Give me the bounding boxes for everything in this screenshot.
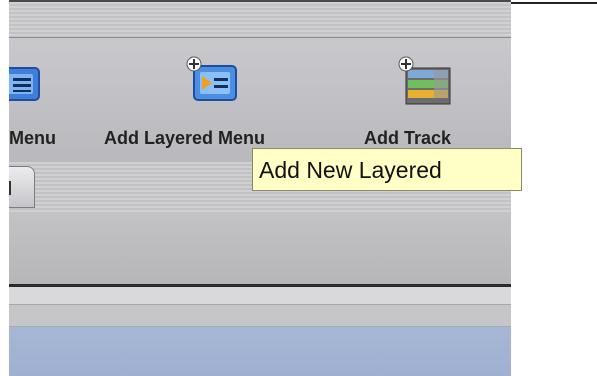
tooltip: Add New Layered [252, 148, 522, 191]
content-pane [9, 212, 511, 284]
selected-row[interactable] [9, 327, 511, 376]
add-track-icon [398, 56, 451, 105]
tab[interactable] [9, 166, 35, 208]
list-row[interactable] [9, 305, 511, 327]
add-track-label: Add Track [364, 128, 452, 148]
toolbar: Menu Add Layered Menu Add Track [9, 38, 511, 163]
title-bar [9, 0, 511, 38]
add-layered-menu-icon [186, 56, 237, 101]
tooltip-text: Add New Layered [259, 157, 442, 183]
list-header [9, 287, 511, 305]
menu-icon [9, 67, 40, 101]
menu-button-label: Menu [9, 128, 56, 148]
add-layered-menu-label: Add Layered Menu [104, 128, 266, 148]
window-edge-line [511, 2, 597, 4]
tab-marker [9, 181, 11, 195]
